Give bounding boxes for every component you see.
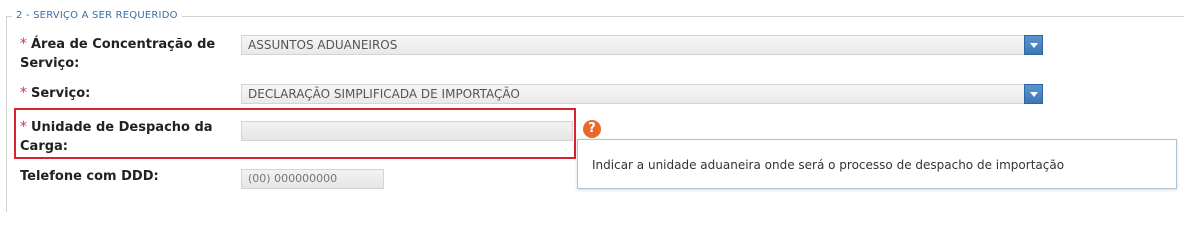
area-label: * Área de Concentração de Serviço:: [20, 35, 215, 73]
service-form: 2 - SERVIÇO A SER REQUERIDO * Área de Con…: [0, 0, 1184, 212]
chevron-down-icon: [1030, 43, 1038, 48]
area-dropdown-button[interactable]: [1024, 35, 1043, 55]
unidade-label: * Unidade de Despacho da Carga:: [20, 118, 213, 156]
servico-label-text: Serviço:: [31, 86, 91, 101]
help-tooltip-text: Indicar a unidade aduaneira onde será o …: [592, 158, 1065, 172]
help-tooltip: Indicar a unidade aduaneira onde será o …: [577, 139, 1177, 189]
servico-dropdown-button[interactable]: [1024, 84, 1043, 104]
chevron-down-icon: [1030, 92, 1038, 97]
servico-select-value: DECLARAÇÃO SIMPLIFICADA DE IMPORTAÇÃO: [248, 87, 520, 101]
section-title: 2 - SERVIÇO A SER REQUERIDO: [12, 10, 182, 21]
telefone-label-text: Telefone com DDD:: [20, 169, 159, 184]
area-label-line2: Serviço:: [20, 56, 80, 71]
servico-label: * Serviço:: [20, 84, 90, 103]
unidade-label-line2: Carga:: [20, 139, 69, 154]
telefone-label: Telefone com DDD:: [20, 167, 159, 186]
area-label-line1: Área de Concentração de: [31, 37, 216, 52]
question-icon[interactable]: ?: [583, 120, 601, 138]
required-mark: *: [20, 119, 27, 135]
area-select-value: ASSUNTOS ADUANEIROS: [248, 38, 398, 52]
servico-select[interactable]: DECLARAÇÃO SIMPLIFICADA DE IMPORTAÇÃO: [241, 84, 1043, 104]
area-select[interactable]: ASSUNTOS ADUANEIROS: [241, 35, 1043, 55]
unidade-label-line1: Unidade de Despacho da: [31, 120, 213, 135]
required-mark: *: [20, 85, 27, 101]
unidade-input[interactable]: [241, 121, 573, 141]
telefone-input[interactable]: (00) 000000000: [241, 169, 384, 189]
required-mark: *: [20, 36, 27, 52]
